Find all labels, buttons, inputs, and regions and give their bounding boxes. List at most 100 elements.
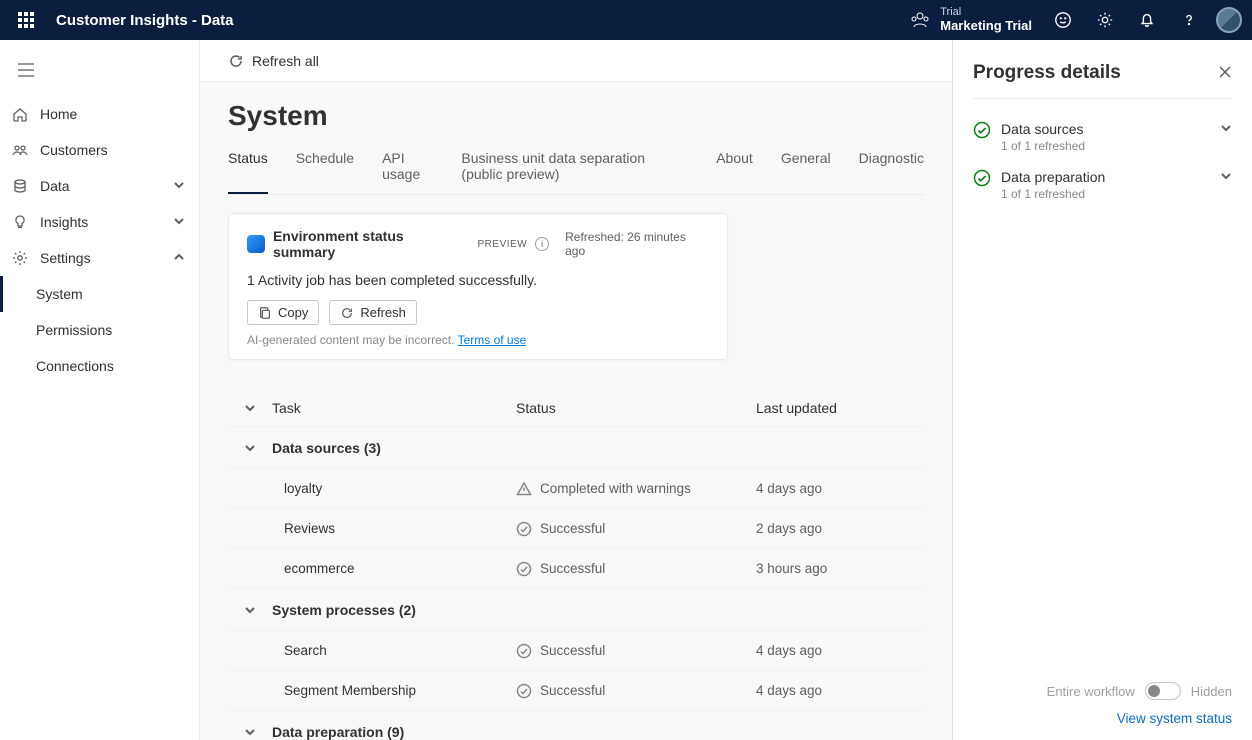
table-row[interactable]: ecommerceSuccessful3 hours ago <box>228 548 924 588</box>
settings-icon[interactable] <box>1084 0 1126 40</box>
sidebar-item-data[interactable]: Data <box>0 168 199 204</box>
app-title: Customer Insights - Data <box>56 12 234 29</box>
updated-cell: 4 days ago <box>756 481 924 496</box>
sidebar-item-insights[interactable]: Insights <box>0 204 199 240</box>
user-avatar[interactable] <box>1216 7 1242 33</box>
group-row[interactable]: System processes (2) <box>228 588 924 630</box>
tab-diagnostic[interactable]: Diagnostic <box>859 142 924 194</box>
status-cell: Successful <box>516 643 756 659</box>
environment-icon <box>910 10 930 30</box>
disclaimer-text: AI-generated content may be incorrect. <box>247 333 458 347</box>
group-label: Data sources (3) <box>272 440 381 456</box>
workflow-toggle[interactable] <box>1145 682 1181 700</box>
sidebar-item-label: Insights <box>40 214 163 230</box>
customers-icon <box>10 142 30 158</box>
group-label: Data preparation (9) <box>272 724 404 740</box>
environment-picker[interactable]: Trial Marketing Trial <box>900 6 1042 34</box>
sidebar-item-customers[interactable]: Customers <box>0 132 199 168</box>
status-cell: Successful <box>516 561 756 577</box>
insights-icon <box>10 214 30 230</box>
task-name: Reviews <box>272 521 516 536</box>
column-task[interactable]: Task <box>272 400 516 416</box>
refresh-icon <box>340 306 354 320</box>
sidebar-item-home[interactable]: Home <box>0 96 199 132</box>
preview-badge: PREVIEW <box>478 239 528 250</box>
home-icon <box>10 106 30 122</box>
tab-status[interactable]: Status <box>228 142 268 194</box>
sidebar-sub-connections[interactable]: Connections <box>0 348 199 384</box>
tab-about[interactable]: About <box>716 142 753 194</box>
card-title: Environment status summary <box>273 228 470 260</box>
progress-name: Data preparation <box>1001 169 1210 185</box>
sidebar-item-label: Customers <box>40 142 185 158</box>
terms-link[interactable]: Terms of use <box>458 333 527 347</box>
status-summary-card: Environment status summary PREVIEW i Ref… <box>228 213 728 360</box>
waffle-icon <box>18 12 34 28</box>
sidebar-toggle[interactable] <box>6 52 46 88</box>
sidebar-sub-permissions[interactable]: Permissions <box>0 312 199 348</box>
environment-label: Trial <box>940 6 1032 19</box>
view-system-status-link[interactable]: View system status <box>1117 711 1232 726</box>
refresh-button[interactable]: Refresh <box>329 300 417 325</box>
table-row[interactable]: ReviewsSuccessful2 days ago <box>228 508 924 548</box>
info-icon[interactable]: i <box>535 237 549 251</box>
sidebar-item-label: Settings <box>40 250 163 266</box>
progress-name: Data sources <box>1001 121 1210 137</box>
tab-strip: Status Schedule API usage Business unit dat… <box>228 142 924 195</box>
sidebar: Home Customers Data Insights Settings System… <box>0 40 200 740</box>
copy-icon <box>258 306 272 320</box>
column-status[interactable]: Status <box>516 400 756 416</box>
page-title: System <box>228 100 924 132</box>
settings-icon <box>10 250 30 266</box>
copy-button[interactable]: Copy <box>247 300 319 325</box>
feedback-icon[interactable] <box>1042 0 1084 40</box>
table-row[interactable]: loyaltyCompleted with warnings4 days ago <box>228 468 924 508</box>
status-cell: Successful <box>516 521 756 537</box>
tab-business-unit-data-separation-public-preview-[interactable]: Business unit data separation (public pr… <box>461 142 688 194</box>
group-row[interactable]: Data preparation (9) <box>228 710 924 740</box>
close-panel-button[interactable] <box>1218 65 1232 82</box>
app-header: Customer Insights - Data Trial Marketing… <box>0 0 1252 40</box>
toggle-label-right: Hidden <box>1191 684 1232 699</box>
group-row[interactable]: Data sources (3) <box>228 426 924 468</box>
task-name: Segment Membership <box>272 683 516 698</box>
chevron-down-icon <box>1220 121 1232 137</box>
table-row[interactable]: SearchSuccessful4 days ago <box>228 630 924 670</box>
waffle-menu[interactable] <box>10 4 42 36</box>
refresh-all-button[interactable]: Refresh all <box>228 53 319 69</box>
task-name: loyalty <box>272 481 516 496</box>
tab-general[interactable]: General <box>781 142 831 194</box>
sidebar-sub-system[interactable]: System <box>0 276 199 312</box>
progress-item[interactable]: Data preparation1 of 1 refreshed <box>973 161 1232 209</box>
panel-title: Progress details <box>973 62 1218 84</box>
card-footer: AI-generated content may be incorrect. T… <box>247 333 709 347</box>
table-row[interactable]: Segment MembershipSuccessful4 days ago <box>228 670 924 710</box>
expand-all-toggle[interactable] <box>228 402 272 414</box>
refresh-icon <box>228 53 244 69</box>
progress-item[interactable]: Data sources1 of 1 refreshed <box>973 113 1232 161</box>
chevron-down-icon <box>228 604 272 616</box>
column-updated[interactable]: Last updated <box>756 400 924 416</box>
refresh-all-label: Refresh all <box>252 53 319 69</box>
sparkle-icon <box>247 235 265 253</box>
tab-api-usage[interactable]: API usage <box>382 142 433 194</box>
workflow-toggle-row: Entire workflow Hidden <box>973 682 1232 700</box>
status-cell: Completed with warnings <box>516 481 756 497</box>
notifications-icon[interactable] <box>1126 0 1168 40</box>
sidebar-item-settings[interactable]: Settings <box>0 240 199 276</box>
refresh-label: Refresh <box>360 305 406 320</box>
copy-label: Copy <box>278 305 308 320</box>
task-name: ecommerce <box>272 561 516 576</box>
help-icon[interactable] <box>1168 0 1210 40</box>
task-name: Search <box>272 643 516 658</box>
environment-name: Marketing Trial <box>940 19 1032 34</box>
updated-cell: 3 hours ago <box>756 561 924 576</box>
tab-schedule[interactable]: Schedule <box>296 142 354 194</box>
success-icon <box>973 169 991 190</box>
sidebar-item-label: Home <box>40 106 185 122</box>
status-table: Task Status Last updated Data sources (3… <box>228 390 924 740</box>
status-cell: Successful <box>516 683 756 699</box>
success-icon <box>973 121 991 142</box>
command-bar: Refresh all <box>200 40 952 82</box>
data-icon <box>10 178 30 194</box>
